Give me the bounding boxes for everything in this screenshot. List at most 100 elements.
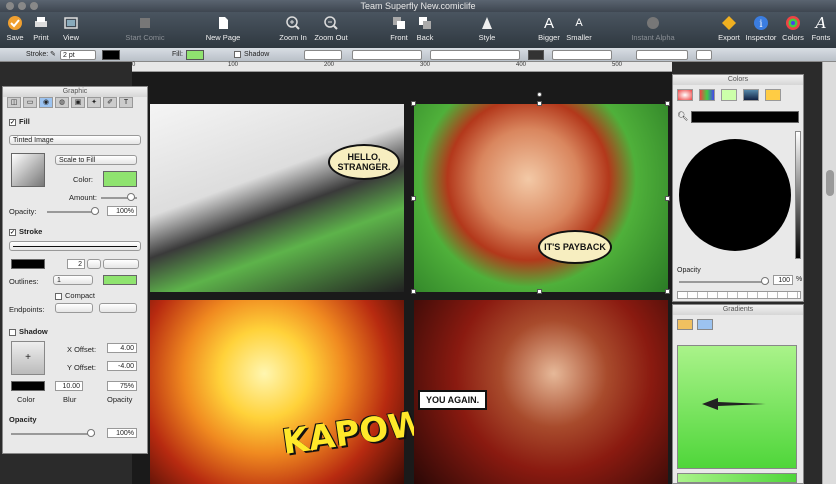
selection-handle[interactable]: [537, 101, 542, 106]
selection-handle[interactable]: [537, 289, 542, 294]
selection-handle[interactable]: [665, 289, 670, 294]
tab-image-icon[interactable]: ▣: [71, 97, 85, 108]
view-button[interactable]: View: [44, 14, 98, 42]
gradient-preview[interactable]: [677, 345, 797, 469]
caption-box[interactable]: YOU AGAIN.: [418, 390, 488, 410]
selection-handle[interactable]: [411, 101, 416, 106]
layer-opacity-field[interactable]: 100%: [107, 428, 137, 438]
comic-panel-1[interactable]: [150, 104, 404, 292]
radial-gradient-icon[interactable]: [697, 319, 713, 330]
brightness-slider[interactable]: [795, 131, 801, 259]
zoom-window-button[interactable]: [30, 2, 38, 10]
scrollbar-thumb[interactable]: [826, 170, 834, 196]
x-offset-field[interactable]: 4.00: [107, 343, 137, 353]
speech-bubble-payback[interactable]: IT'S PAYBACK: [538, 230, 612, 264]
instant-alpha-button[interactable]: Instant Alpha: [626, 14, 680, 42]
color-opacity-field[interactable]: 100: [773, 275, 793, 285]
rotation-handle[interactable]: [537, 92, 542, 97]
tab-effects-icon[interactable]: ✦: [87, 97, 101, 108]
shadow-checkbox[interactable]: Shadow: [9, 327, 48, 336]
opacity-slider-knob[interactable]: [91, 207, 99, 215]
comic-page-canvas[interactable]: HELLO, STRANGER. IT'S PAYBACK KAPOW! YOU…: [132, 72, 672, 484]
font-size-select[interactable]: [430, 50, 520, 60]
layer-opacity-knob[interactable]: [87, 429, 95, 437]
y-offset-field[interactable]: -4.00: [107, 361, 137, 371]
tab-document-icon[interactable]: ◫: [7, 97, 21, 108]
start-comic-button[interactable]: Start Comic: [118, 14, 172, 42]
new-page-button[interactable]: New Page: [196, 14, 250, 42]
stroke-width-stepper[interactable]: [87, 259, 101, 269]
zoom-out-button[interactable]: Zoom Out: [304, 14, 358, 42]
image-palettes-mode-icon[interactable]: [743, 89, 759, 101]
color-sliders-mode-icon[interactable]: [699, 89, 715, 101]
magnifier-icon[interactable]: 🔍︎: [677, 111, 688, 122]
end-endpoint-select[interactable]: [99, 303, 137, 313]
shadow-blur-field[interactable]: 10.00: [55, 381, 83, 391]
gradient-direction-arrow-icon[interactable]: [678, 346, 798, 470]
fonts-button[interactable]: A Fonts: [794, 14, 836, 42]
shadow-offset-pad[interactable]: +: [11, 341, 45, 375]
close-window-button[interactable]: [6, 2, 14, 10]
stroke-icon: ✎: [50, 51, 56, 58]
scale-mode-select[interactable]: Scale to Fill: [55, 155, 137, 165]
fill-image-preview[interactable]: [11, 153, 45, 187]
outline-color-well[interactable]: [103, 275, 137, 285]
text-color-well[interactable]: [528, 50, 544, 60]
start-endpoint-select[interactable]: [55, 303, 93, 313]
vertical-scrollbar[interactable]: [822, 62, 836, 484]
back-button[interactable]: Back: [398, 14, 452, 42]
color-wheel[interactable]: [679, 139, 791, 251]
current-color-swatch[interactable]: [691, 111, 799, 123]
stroke-color-well[interactable]: [11, 259, 45, 269]
color-wheel-mode-icon[interactable]: [677, 89, 693, 101]
colors-panel-title: Colors: [673, 75, 803, 85]
selection-handle[interactable]: [411, 196, 416, 201]
fill-color-well[interactable]: [103, 171, 137, 187]
comic-panel-2[interactable]: [414, 104, 668, 292]
fill-color-well[interactable]: [186, 50, 204, 60]
speech-bubble-hello[interactable]: HELLO, STRANGER.: [328, 144, 400, 180]
alignment-buttons[interactable]: [636, 50, 688, 60]
stroke-checkbox[interactable]: ✓ Stroke: [9, 227, 42, 236]
crayons-mode-icon[interactable]: [765, 89, 781, 101]
minimize-window-button[interactable]: [18, 2, 26, 10]
tab-graphic-icon[interactable]: ◉: [39, 97, 53, 108]
opacity-field[interactable]: 100%: [107, 206, 137, 216]
tab-balloon-icon[interactable]: ◍: [55, 97, 69, 108]
stroke-color-well[interactable]: [102, 50, 120, 60]
fill-checkbox[interactable]: ✓ Fill: [9, 117, 30, 126]
selection-handle[interactable]: [665, 101, 670, 106]
stroke-join-buttons[interactable]: [103, 259, 139, 269]
comic-panel-3[interactable]: [150, 300, 404, 484]
amount-slider-knob[interactable]: [127, 193, 135, 201]
text-format-buttons[interactable]: [552, 50, 612, 60]
selection-handle[interactable]: [665, 196, 670, 201]
stroke-style-select[interactable]: [9, 241, 141, 251]
outlines-select[interactable]: 1: [53, 275, 93, 285]
shadow-checkbox[interactable]: Shadow: [234, 50, 269, 60]
tab-pen-icon[interactable]: ✐: [103, 97, 117, 108]
color-opacity-knob[interactable]: [761, 277, 769, 285]
font-style-select[interactable]: [352, 50, 422, 60]
gradient-swatch[interactable]: [677, 473, 797, 483]
selection-handle[interactable]: [411, 289, 416, 294]
tab-text-icon[interactable]: T: [119, 97, 133, 108]
fill-type-select[interactable]: Tinted Image: [9, 135, 141, 145]
stroke-width-select[interactable]: 2 pt: [60, 50, 96, 60]
text-stroke-button[interactable]: [696, 50, 712, 60]
percent-label: %: [796, 276, 803, 283]
color-swatches[interactable]: [677, 291, 801, 299]
shadow-opacity-field[interactable]: 75%: [107, 381, 137, 391]
font-family-select[interactable]: [304, 50, 342, 60]
shadow-color-well[interactable]: [11, 381, 45, 391]
layer-opacity-slider[interactable]: [11, 433, 95, 435]
style-button[interactable]: Style: [460, 14, 514, 42]
linear-gradient-icon[interactable]: [677, 319, 693, 330]
color-opacity-slider[interactable]: [679, 281, 769, 283]
color-palettes-mode-icon[interactable]: [721, 89, 737, 101]
smaller-button[interactable]: A Smaller: [552, 14, 606, 42]
stroke-width-field[interactable]: 2: [67, 259, 85, 269]
new-page-icon: [214, 14, 232, 32]
compact-checkbox[interactable]: Compact: [55, 291, 95, 300]
tab-page-icon[interactable]: ▭: [23, 97, 37, 108]
